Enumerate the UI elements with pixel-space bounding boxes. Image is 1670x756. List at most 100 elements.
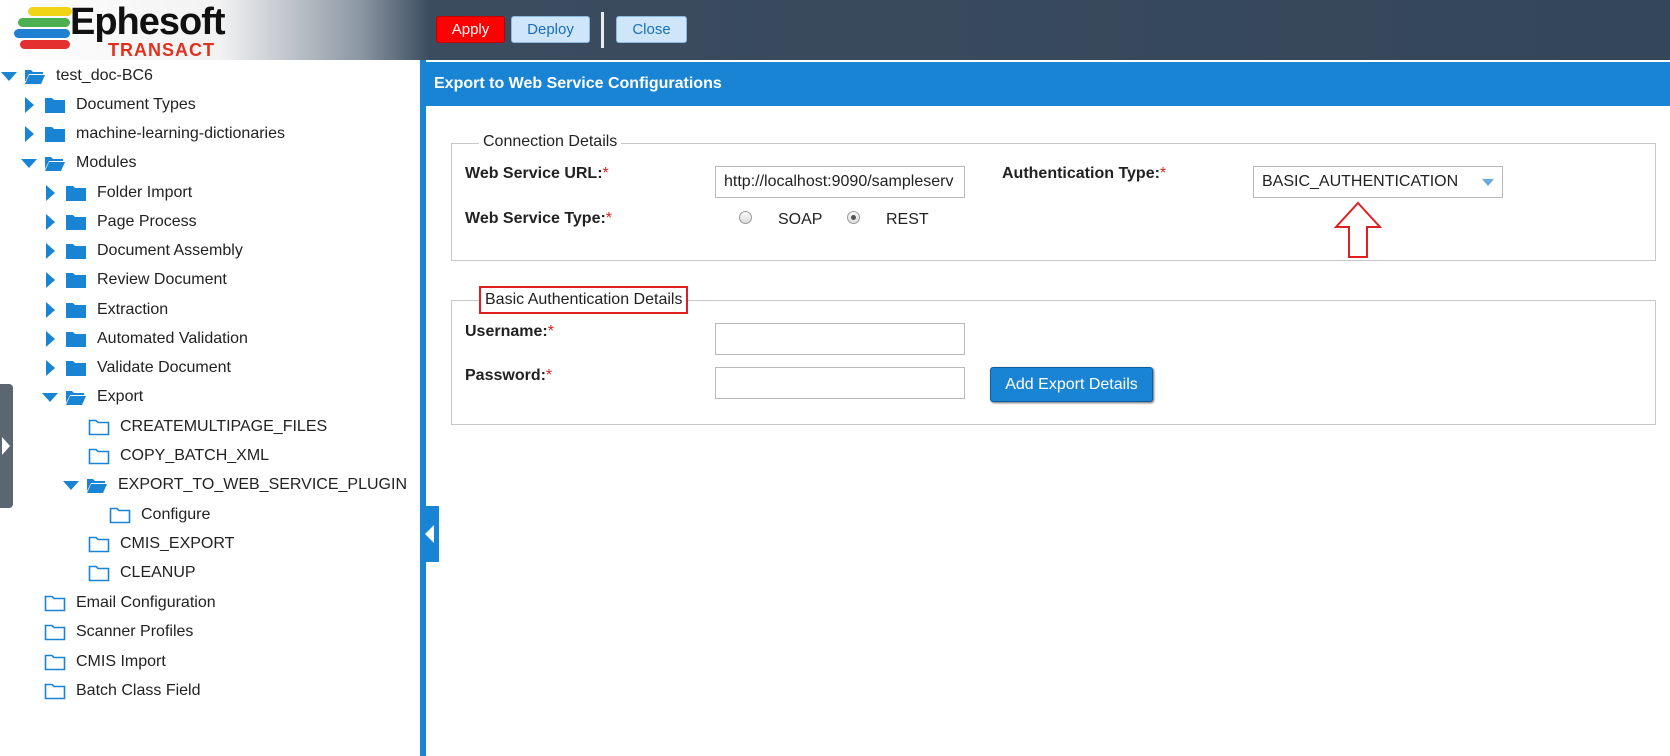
tree-node-label: Batch Class Field [76, 682, 201, 699]
folder-outline-icon [88, 418, 110, 436]
logo-stripe [28, 7, 72, 16]
tree-node-validate-document[interactable]: Validate Document [41, 354, 231, 382]
password-input[interactable] [715, 367, 965, 399]
tree-node-batch-class-field[interactable]: Batch Class Field [20, 677, 201, 705]
tree-node-email-configuration[interactable]: Email Configuration [20, 589, 216, 617]
chevron-down-icon[interactable] [0, 67, 18, 85]
tree-node-copy-batch-xml[interactable]: COPY_BATCH_XML [64, 442, 269, 470]
expand-side-panel-handle[interactable] [0, 384, 13, 508]
tree-node-label: CLEANUP [120, 564, 196, 581]
tree-node-label: Scanner Profiles [76, 623, 194, 640]
logo-product: TRANSACT [108, 40, 215, 60]
folder-icon [65, 359, 87, 377]
tree-node-label: CREATEMULTIPAGE_FILES [120, 418, 328, 435]
required-marker: * [605, 210, 613, 227]
logo-stripe [20, 40, 70, 49]
tree-node-label: Validate Document [97, 359, 231, 376]
folder-icon [65, 184, 87, 202]
folder-outline-icon [88, 447, 110, 465]
chevron-down-icon[interactable] [1482, 179, 1494, 186]
folder-icon [65, 242, 87, 260]
chevron-right-icon[interactable] [41, 271, 59, 289]
chevron-right-icon[interactable] [41, 242, 59, 260]
tree-node-modules[interactable]: Modules [20, 149, 136, 177]
tree-node-label: Document Assembly [97, 242, 243, 259]
folder-outline-icon [109, 506, 131, 524]
tree-node-configure[interactable]: Configure [85, 501, 210, 529]
folder-open-icon [24, 67, 46, 85]
tree-node-createmultipage-files[interactable]: CREATEMULTIPAGE_FILES [64, 413, 327, 441]
tree-node-review-document[interactable]: Review Document [41, 266, 227, 294]
chevron-right-icon[interactable] [41, 301, 59, 319]
tree-node-scanner-profiles[interactable]: Scanner Profiles [20, 618, 193, 646]
tree-node-document-assembly[interactable]: Document Assembly [41, 237, 243, 265]
required-marker: * [1159, 165, 1167, 182]
folder-outline-icon [88, 535, 110, 553]
tree-node-cmis-import[interactable]: CMIS Import [20, 648, 166, 676]
required-marker: * [602, 165, 609, 182]
logo-name: Ephesoft [70, 1, 226, 43]
tree-node-label: Automated Validation [97, 330, 248, 347]
chevron-down-icon[interactable] [20, 154, 38, 172]
tree-node-folder-import[interactable]: Folder Import [41, 179, 192, 207]
folder-icon [65, 213, 87, 231]
chevron-right-icon[interactable] [20, 96, 38, 114]
tree-node-label: Configure [141, 506, 211, 523]
close-button[interactable]: Close [616, 16, 687, 43]
chevron-right-icon[interactable] [41, 213, 59, 231]
apply-button[interactable]: Apply [436, 16, 505, 43]
batch-class-tree: test_doc-BC6 Document Types machine-lear… [0, 60, 420, 756]
tree-node-label: COPY_BATCH_XML [120, 447, 270, 464]
folder-icon [44, 125, 66, 143]
connection-details-group [451, 143, 1656, 261]
username-input[interactable] [715, 323, 965, 355]
chevron-down-icon[interactable] [41, 388, 59, 406]
tree-node-document-types[interactable]: Document Types [20, 91, 196, 119]
tree-node-label: test_doc-BC6 [56, 67, 153, 84]
web-service-url-label: Web Service URL:* [465, 165, 609, 182]
folder-outline-icon [44, 682, 66, 700]
folder-outline-icon [88, 564, 110, 582]
password-label: Password:* [465, 367, 553, 384]
web-service-type-label: Web Service Type:* [465, 210, 613, 227]
folder-open-icon [86, 476, 108, 494]
tree-node-root[interactable]: test_doc-BC6 [0, 62, 153, 90]
tree-node-label: CMIS_EXPORT [120, 535, 235, 552]
tree-node-label: Extraction [97, 301, 169, 318]
tree-node-export[interactable]: Export [41, 383, 143, 411]
tree-node-cmis-export[interactable]: CMIS_EXPORT [64, 530, 234, 558]
basic-authentication-group [451, 300, 1656, 425]
tree-node-label: EXPORT_TO_WEB_SERVICE_PLUGIN [118, 476, 407, 493]
authentication-type-select[interactable]: BASIC_AUTHENTICATION [1253, 166, 1503, 198]
tree-node-cleanup[interactable]: CLEANUP [64, 559, 196, 587]
tree-node-page-process[interactable]: Page Process [41, 208, 197, 236]
collapse-tree-handle[interactable] [422, 506, 439, 562]
required-marker: * [547, 323, 554, 340]
chevron-down-icon[interactable] [62, 476, 80, 494]
ephesoft-logo: Ephesoft TRANSACT [14, 1, 244, 60]
chevron-right-icon[interactable] [41, 359, 59, 377]
tree-node-label: Document Types [76, 96, 196, 113]
chevron-right-icon[interactable] [41, 330, 59, 348]
tree-node-extraction[interactable]: Extraction [41, 296, 168, 324]
add-export-details-button[interactable]: Add Export Details [990, 367, 1153, 402]
chevron-right-icon[interactable] [41, 184, 59, 202]
tree-node-export-to-web-service-plugin[interactable]: EXPORT_TO_WEB_SERVICE_PLUGIN [62, 471, 407, 499]
soap-radio-label[interactable]: SOAP [778, 211, 822, 229]
rest-radio[interactable] [847, 211, 860, 224]
tree-node-label: Export [97, 388, 144, 405]
rest-radio-label[interactable]: REST [886, 211, 929, 229]
required-marker: * [545, 367, 553, 384]
chevron-right-icon[interactable] [20, 125, 38, 143]
panel-divider[interactable] [420, 60, 426, 756]
tree-node-automated-validation[interactable]: Automated Validation [41, 325, 248, 353]
panel-title: Export to Web Service Configurations [426, 62, 1670, 106]
web-service-url-input[interactable]: http://localhost:9090/sampleserv [715, 166, 965, 198]
logo-stripe [14, 29, 70, 38]
logo-stripe [18, 18, 70, 27]
deploy-button[interactable]: Deploy [511, 16, 590, 43]
tree-node-machine-learning-dictionaries[interactable]: machine-learning-dictionaries [20, 120, 285, 148]
soap-radio[interactable] [739, 211, 752, 224]
folder-outline-icon [44, 653, 66, 671]
folder-icon [65, 301, 87, 319]
